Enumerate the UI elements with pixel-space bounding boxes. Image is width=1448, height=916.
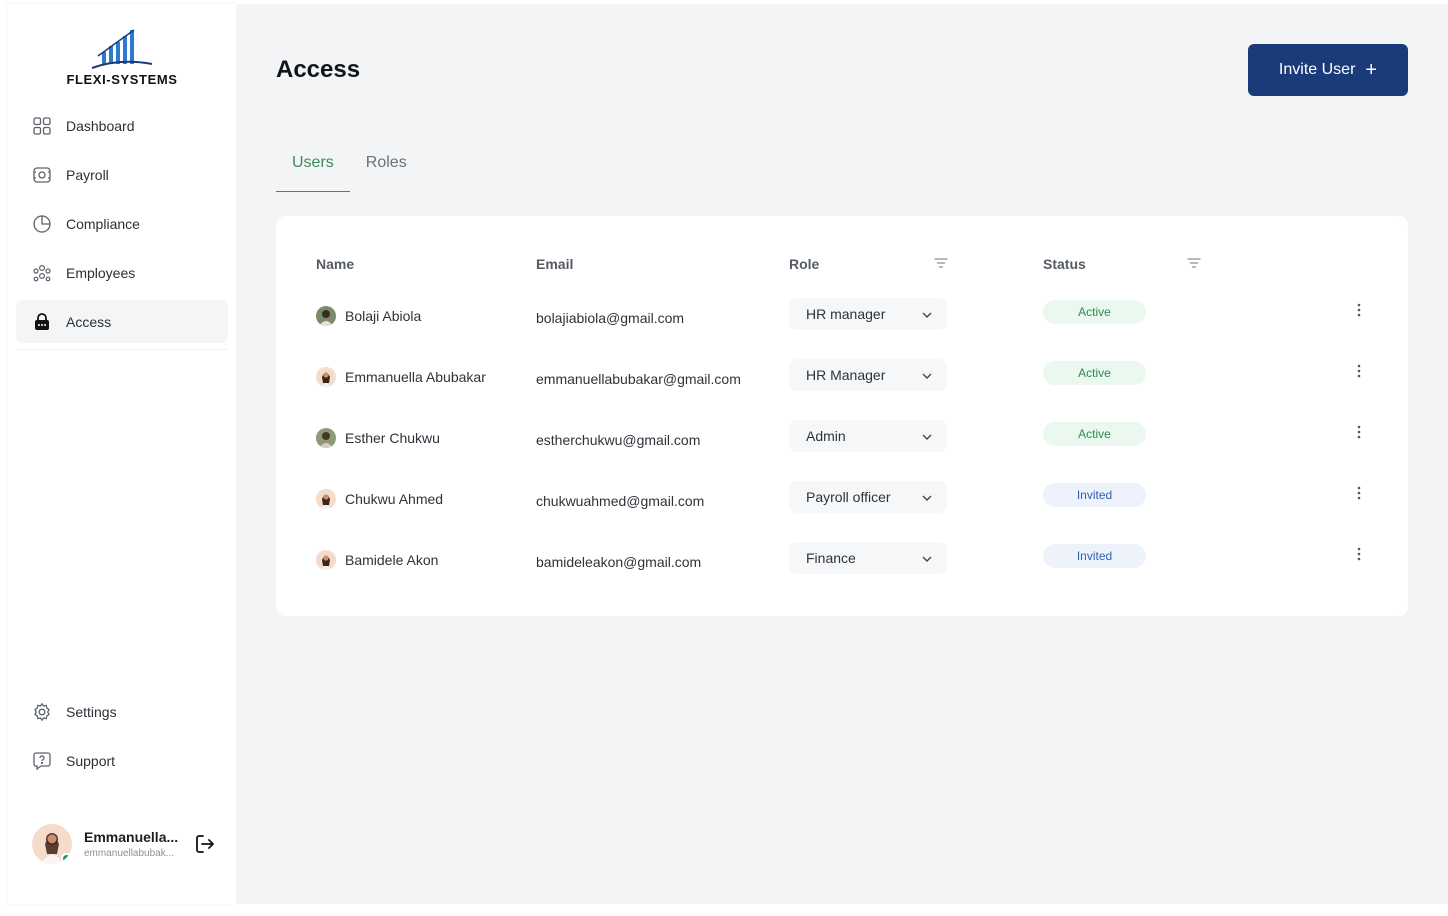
invite-user-button[interactable]: Invite User +	[1248, 44, 1408, 96]
plus-icon: +	[1365, 59, 1378, 81]
role-value: Finance	[806, 550, 856, 566]
status-filter-icon[interactable]	[1187, 256, 1201, 273]
user-name: Bolaji Abiola	[345, 308, 422, 324]
sidebar-item-label: Settings	[66, 703, 117, 720]
sidebar-item-label: Employees	[66, 264, 136, 281]
column-header-email: Email	[536, 256, 574, 272]
role-value: HR manager	[806, 306, 886, 322]
more-options-icon[interactable]	[1351, 483, 1367, 503]
avatar	[316, 489, 336, 509]
sidebar-item-access[interactable]: Access	[16, 300, 228, 343]
sidebar: FLEXI-SYSTEMS Dashboard Payroll Complian…	[8, 4, 236, 904]
user-email: bolajiabiola@gmail.com	[536, 310, 685, 326]
nav-divider	[16, 349, 228, 350]
table-row[interactable]: Bolaji Abiola bolajiabiola@gmail.com HR …	[316, 298, 1376, 346]
table-row[interactable]: Emmanuella Abubakar emmanuellabubakar@gm…	[316, 359, 1376, 407]
gear-icon	[32, 702, 52, 722]
grid-icon	[32, 116, 52, 136]
status-badge: Invited	[1043, 483, 1146, 507]
people-icon	[32, 263, 52, 283]
lock-icon	[32, 312, 52, 332]
user-email: chukwuahmed@gmail.com	[536, 493, 705, 509]
tab-users[interactable]: Users	[276, 144, 350, 192]
user-email: estherchukwu@gmail.com	[536, 432, 701, 448]
chevron-down-icon	[922, 556, 932, 562]
logo[interactable]: FLEXI-SYSTEMS	[8, 26, 236, 87]
main-content: Access Invite User + Users Roles Name Em…	[236, 4, 1448, 904]
sidebar-item-label: Compliance	[66, 215, 140, 232]
user-name: Bamidele Akon	[345, 552, 439, 568]
table-row[interactable]: Esther Chukwu estherchukwu@gmail.com Adm…	[316, 420, 1376, 468]
sidebar-item-label: Dashboard	[66, 117, 135, 134]
secondary-nav: Settings Support	[16, 690, 228, 788]
brand-name: FLEXI-SYSTEMS	[66, 72, 178, 87]
sidebar-item-compliance[interactable]: Compliance	[16, 202, 228, 245]
column-header-status: Status	[1043, 256, 1086, 272]
status-badge: Active	[1043, 300, 1146, 324]
role-select[interactable]: HR Manager	[789, 359, 947, 391]
status-badge: Active	[1043, 361, 1146, 385]
main-nav: Dashboard Payroll Compliance Employees A…	[16, 104, 228, 350]
user-email: emmanuellabubakar@gmail.com	[536, 371, 741, 387]
logo-bars-icon	[91, 29, 153, 69]
role-select[interactable]: HR manager	[789, 298, 947, 330]
chevron-down-icon	[922, 434, 932, 440]
more-options-icon[interactable]	[1351, 544, 1367, 564]
help-chat-icon	[32, 751, 52, 771]
role-value: HR Manager	[806, 367, 886, 383]
chevron-down-icon	[922, 495, 932, 501]
role-filter-icon[interactable]	[934, 256, 948, 273]
profile-email: emmanuellabubak...	[84, 848, 175, 859]
role-value: Payroll officer	[806, 489, 891, 505]
avatar	[316, 550, 336, 570]
status-badge: Invited	[1043, 544, 1146, 568]
more-options-icon[interactable]	[1351, 422, 1367, 442]
pie-chart-icon	[32, 214, 52, 234]
avatar	[316, 367, 336, 387]
chevron-down-icon	[922, 373, 932, 379]
user-name: Emmanuella Abubakar	[345, 369, 486, 385]
role-select[interactable]: Admin	[789, 420, 947, 452]
role-select[interactable]: Finance	[789, 542, 947, 574]
users-table: Name Email Role Status Bolaji Abiola bol…	[276, 216, 1408, 616]
invite-user-label: Invite User	[1278, 61, 1356, 78]
table-row[interactable]: Chukwu Ahmed chukwuahmed@gmail.com Payro…	[316, 481, 1376, 529]
sidebar-item-settings[interactable]: Settings	[16, 690, 228, 733]
role-select[interactable]: Payroll officer	[789, 481, 947, 513]
table-header: Name Email Role Status	[316, 256, 1376, 276]
sidebar-item-label: Payroll	[66, 166, 109, 183]
role-value: Admin	[806, 428, 846, 444]
payroll-icon	[32, 165, 52, 185]
sidebar-item-label: Support	[66, 752, 116, 769]
logout-icon[interactable]	[194, 833, 216, 855]
sidebar-item-support[interactable]: Support	[16, 739, 228, 782]
tabs: Users Roles	[276, 144, 423, 192]
avatar	[32, 824, 72, 864]
sidebar-item-employees[interactable]: Employees	[16, 251, 228, 294]
profile-name: Emmanuella...	[84, 829, 179, 845]
page-title: Access	[276, 56, 361, 83]
online-status-dot	[61, 853, 72, 864]
column-header-role: Role	[789, 256, 820, 272]
user-email: bamideleakon@gmail.com	[536, 554, 702, 570]
sidebar-item-label: Access	[66, 313, 112, 330]
user-profile[interactable]: Emmanuella... emmanuellabubak...	[32, 820, 220, 868]
more-options-icon[interactable]	[1351, 300, 1367, 320]
chevron-down-icon	[922, 312, 932, 318]
user-name: Esther Chukwu	[345, 430, 440, 446]
tab-roles[interactable]: Roles	[350, 144, 423, 192]
table-row[interactable]: Bamidele Akon bamideleakon@gmail.com Fin…	[316, 542, 1376, 590]
more-options-icon[interactable]	[1351, 361, 1367, 381]
avatar	[316, 428, 336, 448]
avatar	[316, 306, 336, 326]
sidebar-item-payroll[interactable]: Payroll	[16, 153, 228, 196]
user-name: Chukwu Ahmed	[345, 491, 444, 507]
sidebar-item-dashboard[interactable]: Dashboard	[16, 104, 228, 147]
column-header-name: Name	[316, 256, 355, 272]
status-badge: Active	[1043, 422, 1146, 446]
